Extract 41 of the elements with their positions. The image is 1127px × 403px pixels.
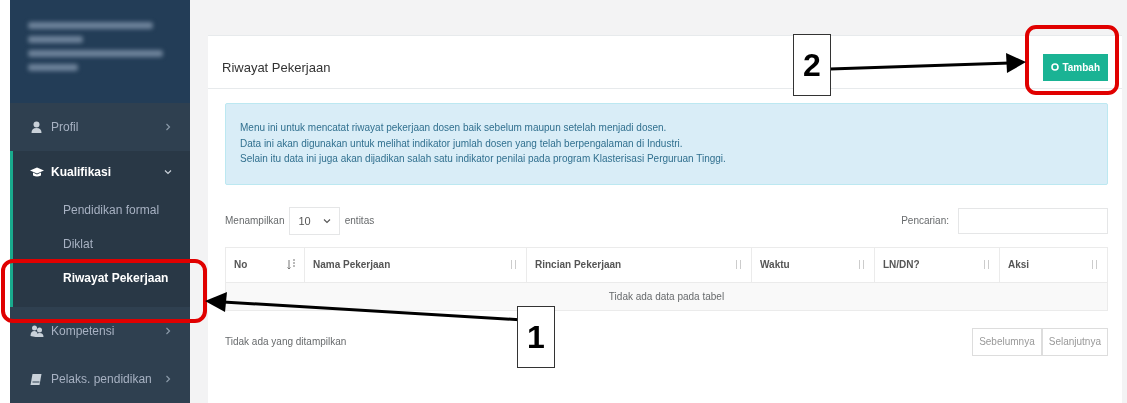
- sort-icon: [509, 259, 518, 270]
- length-suffix: entitas: [344, 215, 375, 226]
- sidebar-item[interactable]: Pelaks. pendidikan: [10, 355, 190, 403]
- sort-icon: [857, 259, 866, 270]
- user-icon: [30, 121, 44, 133]
- table-info: Tidak ada yang ditampilkan: [225, 336, 347, 347]
- info-text: Selain itu data ini juga akan dijadikan salah satu indikator penilai pada program Klasterisasi Perguruan Tinggi.: [240, 152, 727, 166]
- column-header[interactable]: Aksi: [999, 247, 1108, 282]
- chevron-right-icon: [164, 375, 172, 383]
- book-icon: [30, 373, 44, 385]
- chevron-right-icon: [164, 123, 172, 131]
- chevron-down-icon: [164, 168, 172, 176]
- length-label: Menampilkan: [225, 215, 285, 226]
- chevron-right-icon: [164, 327, 172, 335]
- graduation-cap-icon: [30, 166, 44, 178]
- sort-icon: [982, 259, 991, 270]
- search-field[interactable]: [958, 207, 1108, 234]
- info-text: Data ini akan digunakan untuk melihat indikator jumlah dosen yang telah berpengalaman di Industri.: [240, 136, 684, 151]
- empty-table-message: Tidak ada data pada tabel: [225, 282, 1108, 310]
- sidebar-item[interactable]: Kualifikasi: [13, 151, 190, 193]
- column-header[interactable]: Rincian Pekerjaan: [526, 247, 752, 282]
- sidebar-item[interactable]: Profil: [10, 103, 190, 151]
- sort-icon: [734, 259, 743, 270]
- plus-circle-icon: [1051, 63, 1060, 71]
- sort-ascending-icon: [287, 259, 296, 270]
- info-text: Menu ini untuk mencatat riwayat pekerjaan dosen baik sebelum maupun setelah menjadi dosen.: [240, 121, 668, 135]
- caret-icon: [322, 216, 331, 225]
- sidebar-subitem[interactable]: Diklat: [13, 227, 190, 261]
- sort-icon: [1090, 259, 1099, 270]
- search-label: Pencarian:: [901, 215, 949, 226]
- column-header[interactable]: LN/DN?: [874, 247, 1000, 282]
- column-header[interactable]: Waktu: [751, 247, 875, 282]
- people-icon: [30, 325, 44, 337]
- callout-label: 2: [793, 34, 831, 96]
- sidebar-subitem[interactable]: Pendidikan formal: [13, 193, 190, 227]
- card-title: Riwayat Pekerjaan: [222, 59, 331, 75]
- column-header[interactable]: No: [225, 247, 305, 282]
- sidebar-item[interactable]: Kompetensi: [10, 307, 190, 355]
- page-size-select[interactable]: 10: [289, 206, 340, 235]
- callout-label: 1: [517, 306, 555, 368]
- column-header[interactable]: Nama Pekerjaan: [304, 247, 527, 282]
